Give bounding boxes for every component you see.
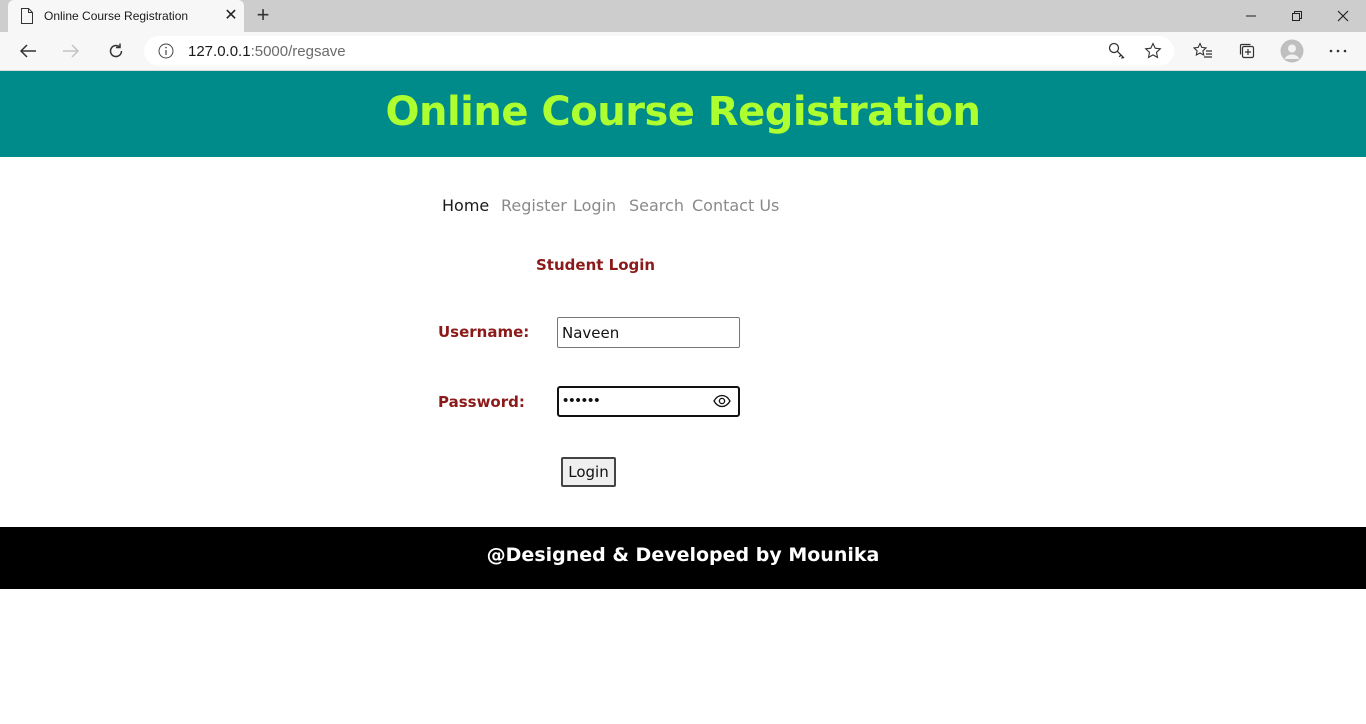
window-close-icon[interactable]	[1320, 0, 1366, 32]
info-icon[interactable]	[158, 43, 174, 59]
nav-contact-us[interactable]: Contact Us	[692, 196, 779, 215]
browser-toolbar: 127.0.0.1:5000/regsave	[0, 32, 1366, 71]
refresh-icon[interactable]	[101, 36, 131, 66]
form-title: Student Login	[536, 256, 656, 274]
favorites-icon[interactable]	[1188, 36, 1218, 66]
password-input[interactable]: ••••••	[557, 386, 740, 417]
tab-strip: Online Course Registration ✕ +	[0, 0, 1366, 32]
site-header: Online Course Registration	[0, 71, 1366, 157]
password-mask: ••••••	[563, 392, 601, 409]
star-icon[interactable]	[1144, 42, 1162, 60]
plus-icon[interactable]: +	[252, 4, 274, 26]
browser-tab[interactable]: Online Course Registration ✕	[8, 0, 244, 32]
more-icon[interactable]	[1323, 36, 1353, 66]
nav-home[interactable]: Home	[442, 196, 489, 215]
page-icon	[21, 8, 33, 24]
key-icon[interactable]	[1108, 42, 1126, 60]
forward-icon[interactable]	[56, 36, 86, 66]
minimize-icon[interactable]	[1228, 0, 1274, 32]
close-icon[interactable]: ✕	[222, 7, 240, 25]
footer-credit: @Designed & Developed by Mounika	[486, 544, 880, 566]
restore-icon[interactable]	[1274, 0, 1320, 32]
back-icon[interactable]	[13, 36, 43, 66]
nav-search[interactable]: Search	[629, 196, 684, 215]
address-bar[interactable]: 127.0.0.1:5000/regsave	[144, 36, 1174, 66]
username-input[interactable]	[557, 317, 740, 348]
site-footer: @Designed & Developed by Mounika	[0, 527, 1366, 589]
nav-login[interactable]: Login	[573, 196, 616, 215]
nav-register[interactable]: Register	[501, 196, 567, 215]
login-button[interactable]: Login	[561, 457, 616, 487]
eye-icon[interactable]	[713, 394, 731, 408]
url-text[interactable]: 127.0.0.1:5000/regsave	[188, 43, 346, 60]
site-title: Online Course Registration	[385, 89, 981, 135]
collections-icon[interactable]	[1232, 36, 1262, 66]
tab-title: Online Course Registration	[44, 9, 189, 23]
password-label: Password:	[438, 393, 525, 411]
profile-icon[interactable]	[1277, 36, 1307, 66]
username-label: Username:	[438, 323, 530, 341]
